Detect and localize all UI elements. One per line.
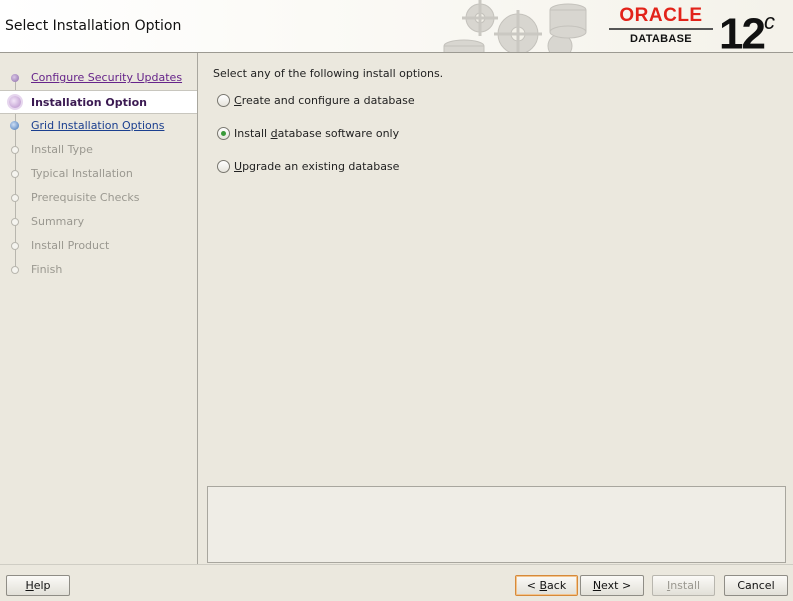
step-label: Configure Security Updates [31,71,183,84]
step-grid-installation-options[interactable]: Grid Installation Options [0,114,197,138]
version-label: 12c [719,2,775,59]
step-installation-option: Installation Option [0,90,197,114]
step-label: Summary [31,215,85,228]
wizard-steps-sidebar: Configure Security Updates Installation … [0,53,198,564]
product-name-text: DATABASE [630,33,692,45]
step-install-type: Install Type [0,138,197,162]
step-pending-icon [11,218,19,226]
instructions-text: Select any of the following install opti… [213,67,444,80]
step-configure-security-updates[interactable]: Configure Security Updates [0,66,197,90]
main-content: Select any of the following install opti… [198,53,793,564]
version-number: 12 [719,9,766,59]
radio-button[interactable] [217,94,230,107]
option-label: Create and configure a database [234,94,415,107]
step-pending-icon [11,242,19,250]
next-button[interactable]: Next > [580,575,644,596]
logo-divider [609,28,713,30]
back-button[interactable]: < Back [515,575,578,596]
step-next-icon [10,121,19,130]
step-finish: Finish [0,258,197,282]
oracle-brand-text: ORACLE [619,5,703,26]
page-title: Select Installation Option [5,18,182,34]
option-label: Install database software only [234,127,400,140]
step-label: Typical Installation [31,167,133,180]
step-label: Install Product [31,239,110,252]
cancel-button[interactable]: Cancel [724,575,788,596]
wizard-header: Select Installation Option ORACLE DATABA… [0,0,793,58]
step-summary: Summary [0,210,197,234]
step-label: Install Type [31,143,93,156]
step-prerequisite-checks: Prerequisite Checks [0,186,197,210]
step-pending-icon [11,146,19,154]
radio-button[interactable] [217,160,230,173]
radio-button-selected[interactable] [217,127,230,140]
help-button[interactable]: Help [6,575,70,596]
step-pending-icon [11,266,19,274]
step-label: Installation Option [31,96,148,109]
button-bar: Help < Back Next > Install Cancel [0,564,793,601]
step-typical-installation: Typical Installation [0,162,197,186]
step-pending-icon [11,194,19,202]
gears-database-graphic-icon [443,0,587,52]
oracle-database-logo: ORACLE DATABASE [609,5,713,45]
step-label: Grid Installation Options [31,119,165,132]
step-label: Prerequisite Checks [31,191,140,204]
version-suffix: c [763,9,775,34]
option-label: Upgrade an existing database [234,160,400,173]
step-current-icon [9,96,21,108]
step-label: Finish [31,263,63,276]
step-install-product: Install Product [0,234,197,258]
step-done-icon [11,74,19,82]
install-button[interactable]: Install [652,575,715,596]
message-pane [207,486,786,563]
step-pending-icon [11,170,19,178]
